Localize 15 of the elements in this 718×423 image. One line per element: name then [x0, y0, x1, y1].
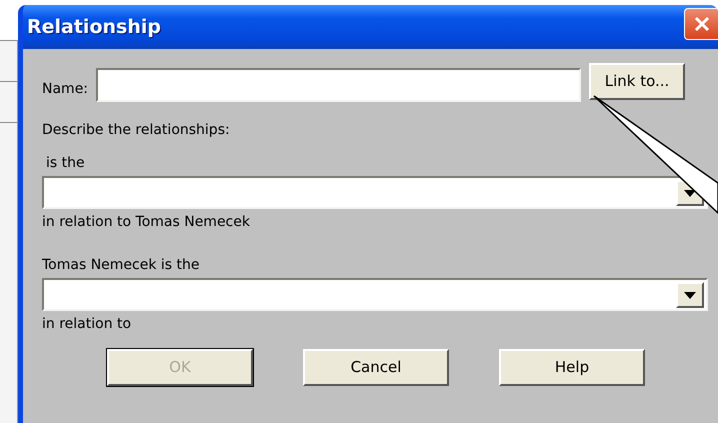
window-title: Relationship [27, 14, 161, 40]
dialog-button[interactable]: Help [499, 349, 645, 386]
relation-label: in relation to Tomas Nemecek [42, 213, 251, 232]
relation-label: in relation to [42, 315, 132, 334]
name-label: Name: [42, 80, 88, 99]
describe-label: Describe the relationships: [42, 121, 231, 140]
close-icon [692, 15, 710, 33]
name-field[interactable] [96, 68, 582, 102]
close-button[interactable] [684, 8, 718, 40]
relation-dropdown[interactable] [42, 176, 708, 209]
dialog-button[interactable]: Cancel [303, 349, 449, 386]
relation-label: Tomas Nemecek is the [42, 256, 201, 275]
link-to-button[interactable]: Link to... [589, 63, 686, 100]
relation-dropdown[interactable] [42, 278, 708, 311]
relation-label: is the [45, 154, 86, 173]
